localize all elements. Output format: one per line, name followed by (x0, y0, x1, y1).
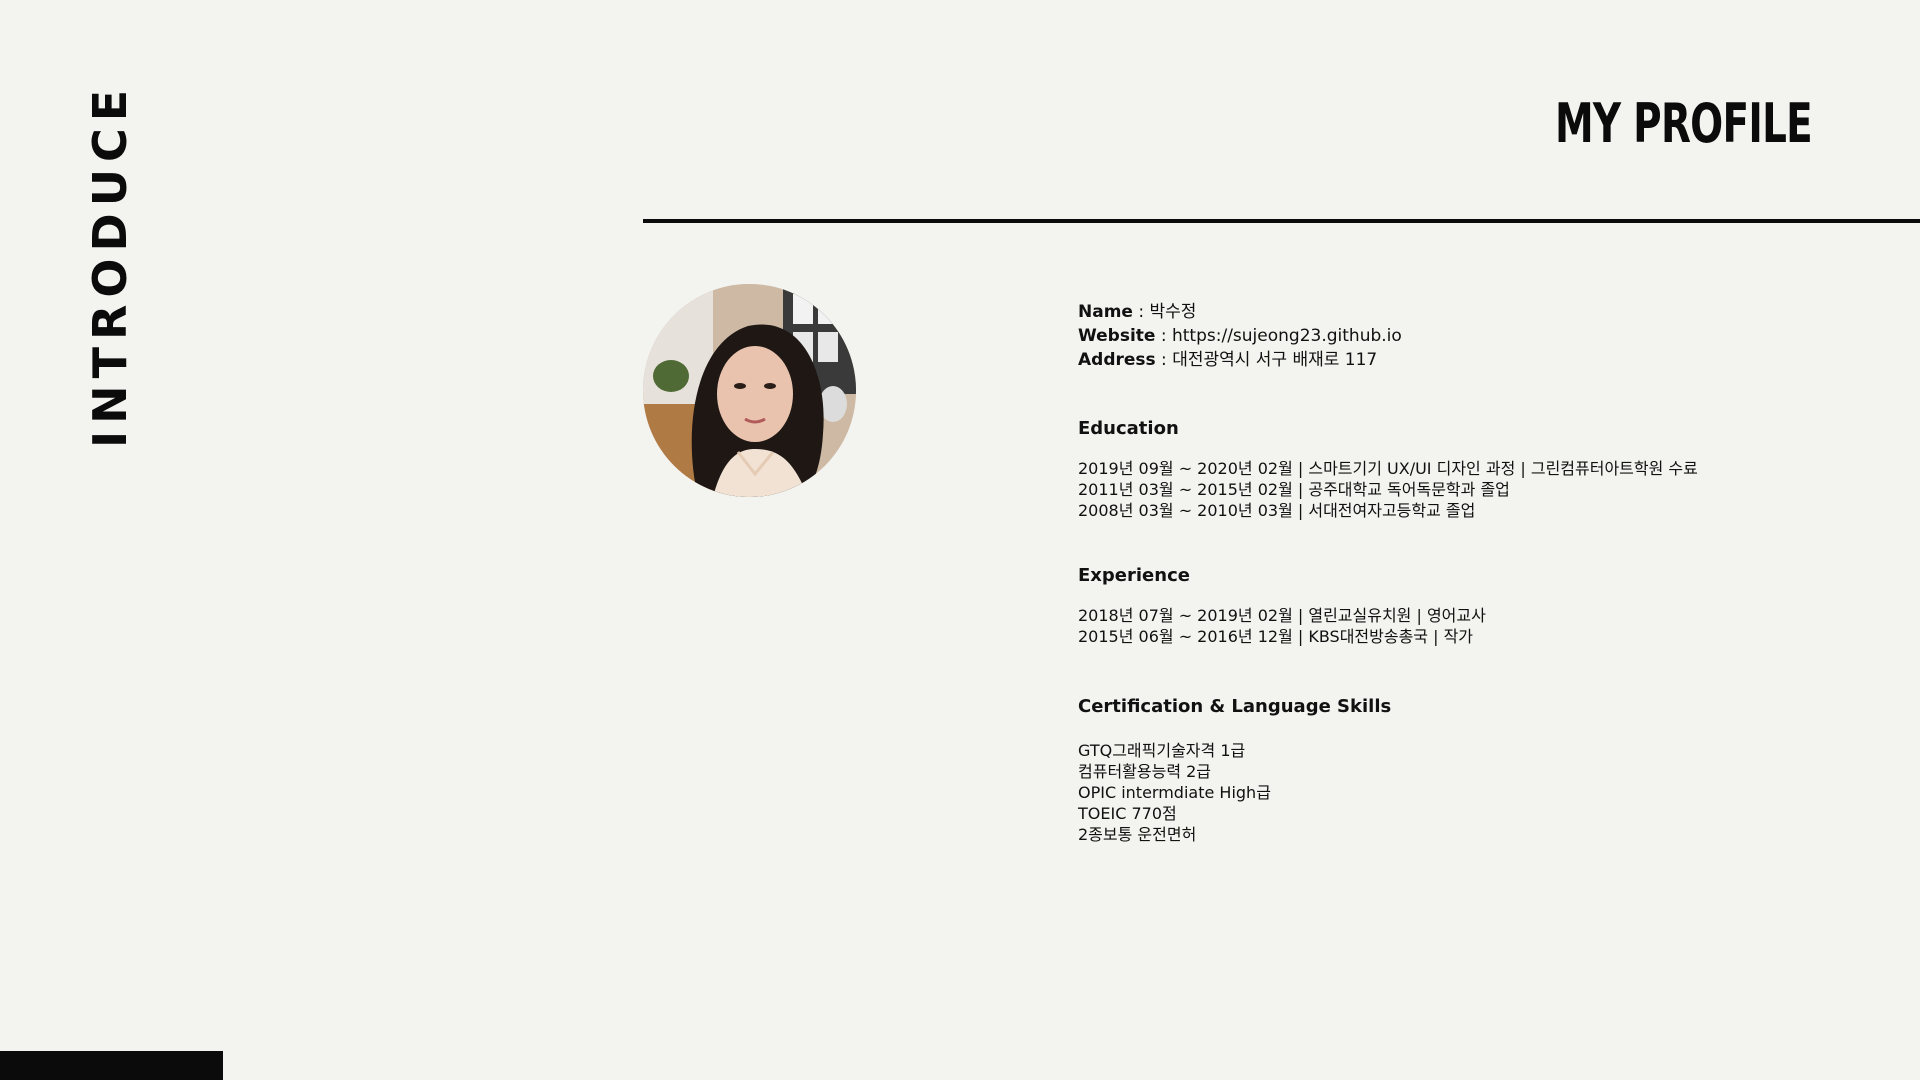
website-row: Website : https://sujeong23.github.io (1078, 324, 1858, 348)
experience-entry: 2018년 07월 ~ 2019년 02월 | 열린교실유치원 | 영어교사 (1078, 606, 1486, 625)
avatar-photo (643, 284, 856, 497)
education-heading: Education (1078, 418, 1179, 439)
certification-list: GTQ그래픽기술자격 1급 컴퓨터활용능력 2급 OPIC intermdiat… (1078, 740, 1858, 845)
address-row: Address : 대전광역시 서구 배재로 117 (1078, 348, 1858, 372)
profile-page: INTRODUCE MY PROFILE Name: 박수정 Website … (0, 0, 1920, 1080)
certification-entry: TOEIC 770점 (1078, 804, 1177, 823)
education-entry: 2008년 03월 ~ 2010년 03월 | 서대전여자고등학교 졸업 (1078, 501, 1476, 520)
website-label: Website (1078, 326, 1156, 346)
certification-entry: GTQ그래픽기술자격 1급 (1078, 741, 1246, 760)
page-title: MY PROFILE (1554, 92, 1813, 155)
name-value: : 박수정 (1132, 302, 1197, 322)
name-row: Name : 박수정 (1078, 300, 1858, 324)
education-entry: 2011년 03월 ~ 2015년 02월 | 공주대학교 독어독문학과 졸업 (1078, 480, 1510, 499)
address-value: : 대전광역시 서구 배재로 117 (1155, 350, 1378, 370)
certification-entry: OPIC intermdiate High급 (1078, 783, 1271, 802)
bottom-accent-bar (0, 1051, 223, 1080)
experience-heading: Experience (1078, 565, 1190, 586)
name-label: Name (1078, 302, 1133, 322)
website-value[interactable]: : https://sujeong23.github.io (1155, 326, 1402, 346)
side-title: INTRODUCE (83, 82, 137, 448)
certification-section: Certification & Language Skills GTQ그래픽기술… (1078, 694, 1858, 845)
avatar (643, 284, 856, 497)
education-list: 2019년 09월 ~ 2020년 02월 | 스마트기기 UX/UI 디자인 … (1078, 458, 1858, 521)
experience-section: Experience 2018년 07월 ~ 2019년 02월 | 열린교실유… (1078, 563, 1858, 647)
experience-list: 2018년 07월 ~ 2019년 02월 | 열린교실유치원 | 영어교사 2… (1078, 605, 1858, 647)
certification-entry: 2종보통 운전면허 (1078, 825, 1197, 844)
education-section: Education 2019년 09월 ~ 2020년 02월 | 스마트기기 … (1078, 416, 1858, 521)
title-divider (643, 219, 1920, 223)
experience-entry: 2015년 06월 ~ 2016년 12월 | KBS대전방송총국 | 작가 (1078, 627, 1474, 646)
basic-info: Name : 박수정 Website : https://sujeong23.g… (1078, 300, 1858, 372)
profile-content: Name : 박수정 Website : https://sujeong23.g… (1078, 300, 1858, 845)
address-label: Address (1078, 350, 1156, 370)
certification-heading: Certification & Language Skills (1078, 696, 1392, 717)
certification-entry: 컴퓨터활용능력 2급 (1078, 762, 1212, 781)
education-entry: 2019년 09월 ~ 2020년 02월 | 스마트기기 UX/UI 디자인 … (1078, 459, 1698, 478)
